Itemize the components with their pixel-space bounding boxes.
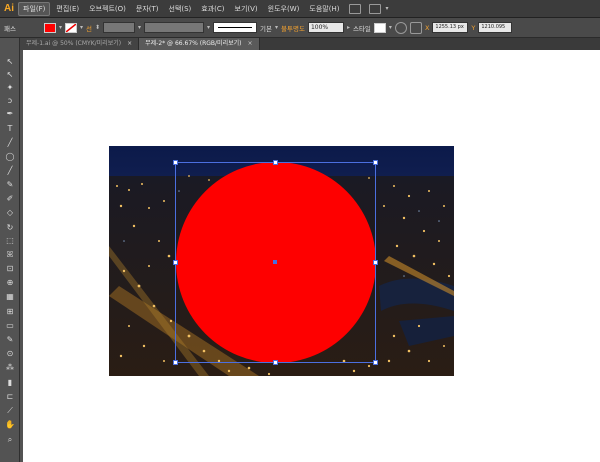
menu-object[interactable]: 오브젝트(O) (85, 3, 130, 15)
mesh-tool-icon[interactable]: ⊞ (4, 306, 16, 317)
zoom-tool-icon[interactable]: ⌕ (4, 434, 16, 445)
tab-close-icon[interactable]: × (247, 40, 252, 47)
pencil-tool-icon[interactable]: ✎ (4, 179, 16, 190)
perspective-grid-tool-icon[interactable]: ▦ (4, 291, 16, 302)
selection-tool-icon[interactable]: ↖ (4, 56, 16, 67)
fill-dropdown-icon[interactable]: ▾ (59, 24, 62, 31)
pen-tool-icon[interactable]: ✒ (4, 108, 16, 119)
eyedropper-tool-icon[interactable]: ✎ (4, 334, 16, 345)
tab-close-icon[interactable]: × (127, 40, 132, 47)
variable-width-profile[interactable] (144, 22, 205, 33)
stroke-weight-input[interactable] (103, 22, 136, 33)
ellipse-tool-icon[interactable]: ◯ (4, 151, 16, 162)
recolor-artwork-icon[interactable] (394, 21, 407, 34)
menu-bar: Ai 파일(F) 편집(E) 오브젝트(O) 문자(T) 선택(S) 효과(C)… (0, 0, 600, 18)
handle-middle-right[interactable] (373, 260, 378, 265)
direct-selection-tool-icon[interactable]: ↖ (4, 69, 16, 80)
brush-dropdown-icon[interactable]: ▾ (275, 24, 278, 31)
handle-bottom-left[interactable] (173, 360, 178, 365)
align-icon[interactable] (409, 21, 422, 34)
brush-style-label: 기본 (260, 24, 273, 33)
rotate-tool-icon[interactable]: ↻ (4, 222, 16, 233)
app-logo: Ai (4, 3, 14, 14)
blend-tool-icon[interactable]: ⊙ (4, 348, 16, 359)
line-tool-icon[interactable]: ╱ (4, 137, 16, 148)
profile-dropdown-icon[interactable]: ▾ (207, 24, 210, 31)
menu-window[interactable]: 윈도우(W) (264, 3, 304, 15)
menu-select[interactable]: 선택(S) (165, 3, 196, 15)
menu-view[interactable]: 보기(V) (231, 3, 262, 15)
x-label: X (424, 23, 430, 32)
object-type-label: 패스 (4, 24, 16, 33)
blob-brush-tool-icon[interactable]: ✐ (4, 193, 16, 204)
tab-label: 무제-1.ai @ 50% (CMYK/미리보기) (26, 40, 122, 47)
symbol-sprayer-tool-icon[interactable]: ⁂ (4, 362, 16, 373)
arrange-dropdown-icon[interactable]: ▾ (385, 5, 388, 12)
hand-tool-icon[interactable]: ✋ (4, 419, 16, 430)
artboard-tool-icon[interactable]: ⊏ (4, 391, 16, 402)
x-input[interactable]: 1255.13 px (432, 22, 469, 33)
handle-top-center[interactable] (273, 160, 278, 165)
type-tool-icon[interactable]: T (4, 123, 16, 134)
gradient-tool-icon[interactable]: ▭ (4, 320, 16, 331)
menu-type[interactable]: 문자(T) (132, 3, 163, 15)
menu-effect[interactable]: 효과(C) (197, 3, 228, 15)
tab-document-1[interactable]: 무제-1.ai @ 50% (CMYK/미리보기) × (20, 38, 140, 50)
scale-tool-icon[interactable]: ⬚ (4, 235, 16, 246)
opacity-label[interactable]: 불투명도 (281, 23, 305, 33)
handle-top-left[interactable] (173, 160, 178, 165)
arrange-documents-icon[interactable] (369, 3, 382, 14)
document-tab-bar: 무제-1.ai @ 50% (CMYK/미리보기) × 무제-2* @ 66.67… (20, 38, 600, 50)
stroke-dropdown-icon[interactable]: ▾ (80, 24, 83, 31)
style-dropdown-icon[interactable]: ▾ (389, 24, 392, 31)
shape-builder-tool-icon[interactable]: ⊕ (4, 277, 16, 288)
center-point (273, 260, 277, 264)
bridge-icon[interactable] (349, 3, 362, 14)
slice-tool-icon[interactable]: ⟋ (4, 405, 16, 416)
stroke-weight-stepper-icon[interactable]: ⬍ (95, 24, 100, 31)
fill-swatch[interactable] (43, 22, 56, 33)
tab-document-2[interactable]: 무제-2* @ 66.67% (RGB/미리보기) × (139, 38, 260, 50)
stroke-label[interactable]: 선 (86, 23, 92, 33)
handle-top-right[interactable] (373, 160, 378, 165)
brush-stroke-preview[interactable] (213, 22, 258, 33)
opacity-dropdown-icon[interactable]: ▸ (347, 24, 350, 31)
y-label: Y (471, 23, 476, 32)
column-graph-tool-icon[interactable]: ▮ (4, 377, 16, 388)
tab-label: 무제-2* @ 66.67% (RGB/미리보기) (145, 40, 242, 47)
magic-wand-tool-icon[interactable]: ✦ (4, 82, 16, 93)
menu-file[interactable]: 파일(F) (18, 1, 51, 16)
tools-panel: ↖ ↖ ✦ ↄ ✒ T ╱ ◯ ╱ ✎ ✐ ◇ ↻ ⬚ ꕤ ⊡ ⊕ ▦ ⊞ ▭ … (0, 38, 20, 462)
stroke-weight-dropdown-icon[interactable]: ▾ (138, 24, 141, 31)
handle-bottom-right[interactable] (373, 360, 378, 365)
y-input[interactable]: 1210.095 (478, 22, 513, 33)
handle-bottom-center[interactable] (273, 360, 278, 365)
opacity-input[interactable]: 100% (307, 22, 344, 33)
menu-edit[interactable]: 편집(E) (52, 3, 83, 15)
warp-tool-icon[interactable]: ꕤ (4, 249, 16, 260)
lasso-tool-icon[interactable]: ↄ (4, 95, 16, 106)
free-transform-tool-icon[interactable]: ⊡ (4, 263, 16, 274)
style-swatch[interactable] (373, 22, 386, 33)
eraser-tool-icon[interactable]: ◇ (4, 207, 16, 218)
paintbrush-tool-icon[interactable]: ╱ (4, 165, 16, 176)
control-bar: 패스 ▾ ▾ 선 ⬍ ▾ ▾ 기본 ▾ 불투명도 100% ▸ 스타일 ▾ X … (0, 18, 600, 38)
menu-help[interactable]: 도움말(H) (305, 3, 343, 15)
style-label: 스타일 (352, 24, 371, 33)
stroke-swatch[interactable] (64, 22, 77, 33)
handle-middle-left[interactable] (173, 260, 178, 265)
